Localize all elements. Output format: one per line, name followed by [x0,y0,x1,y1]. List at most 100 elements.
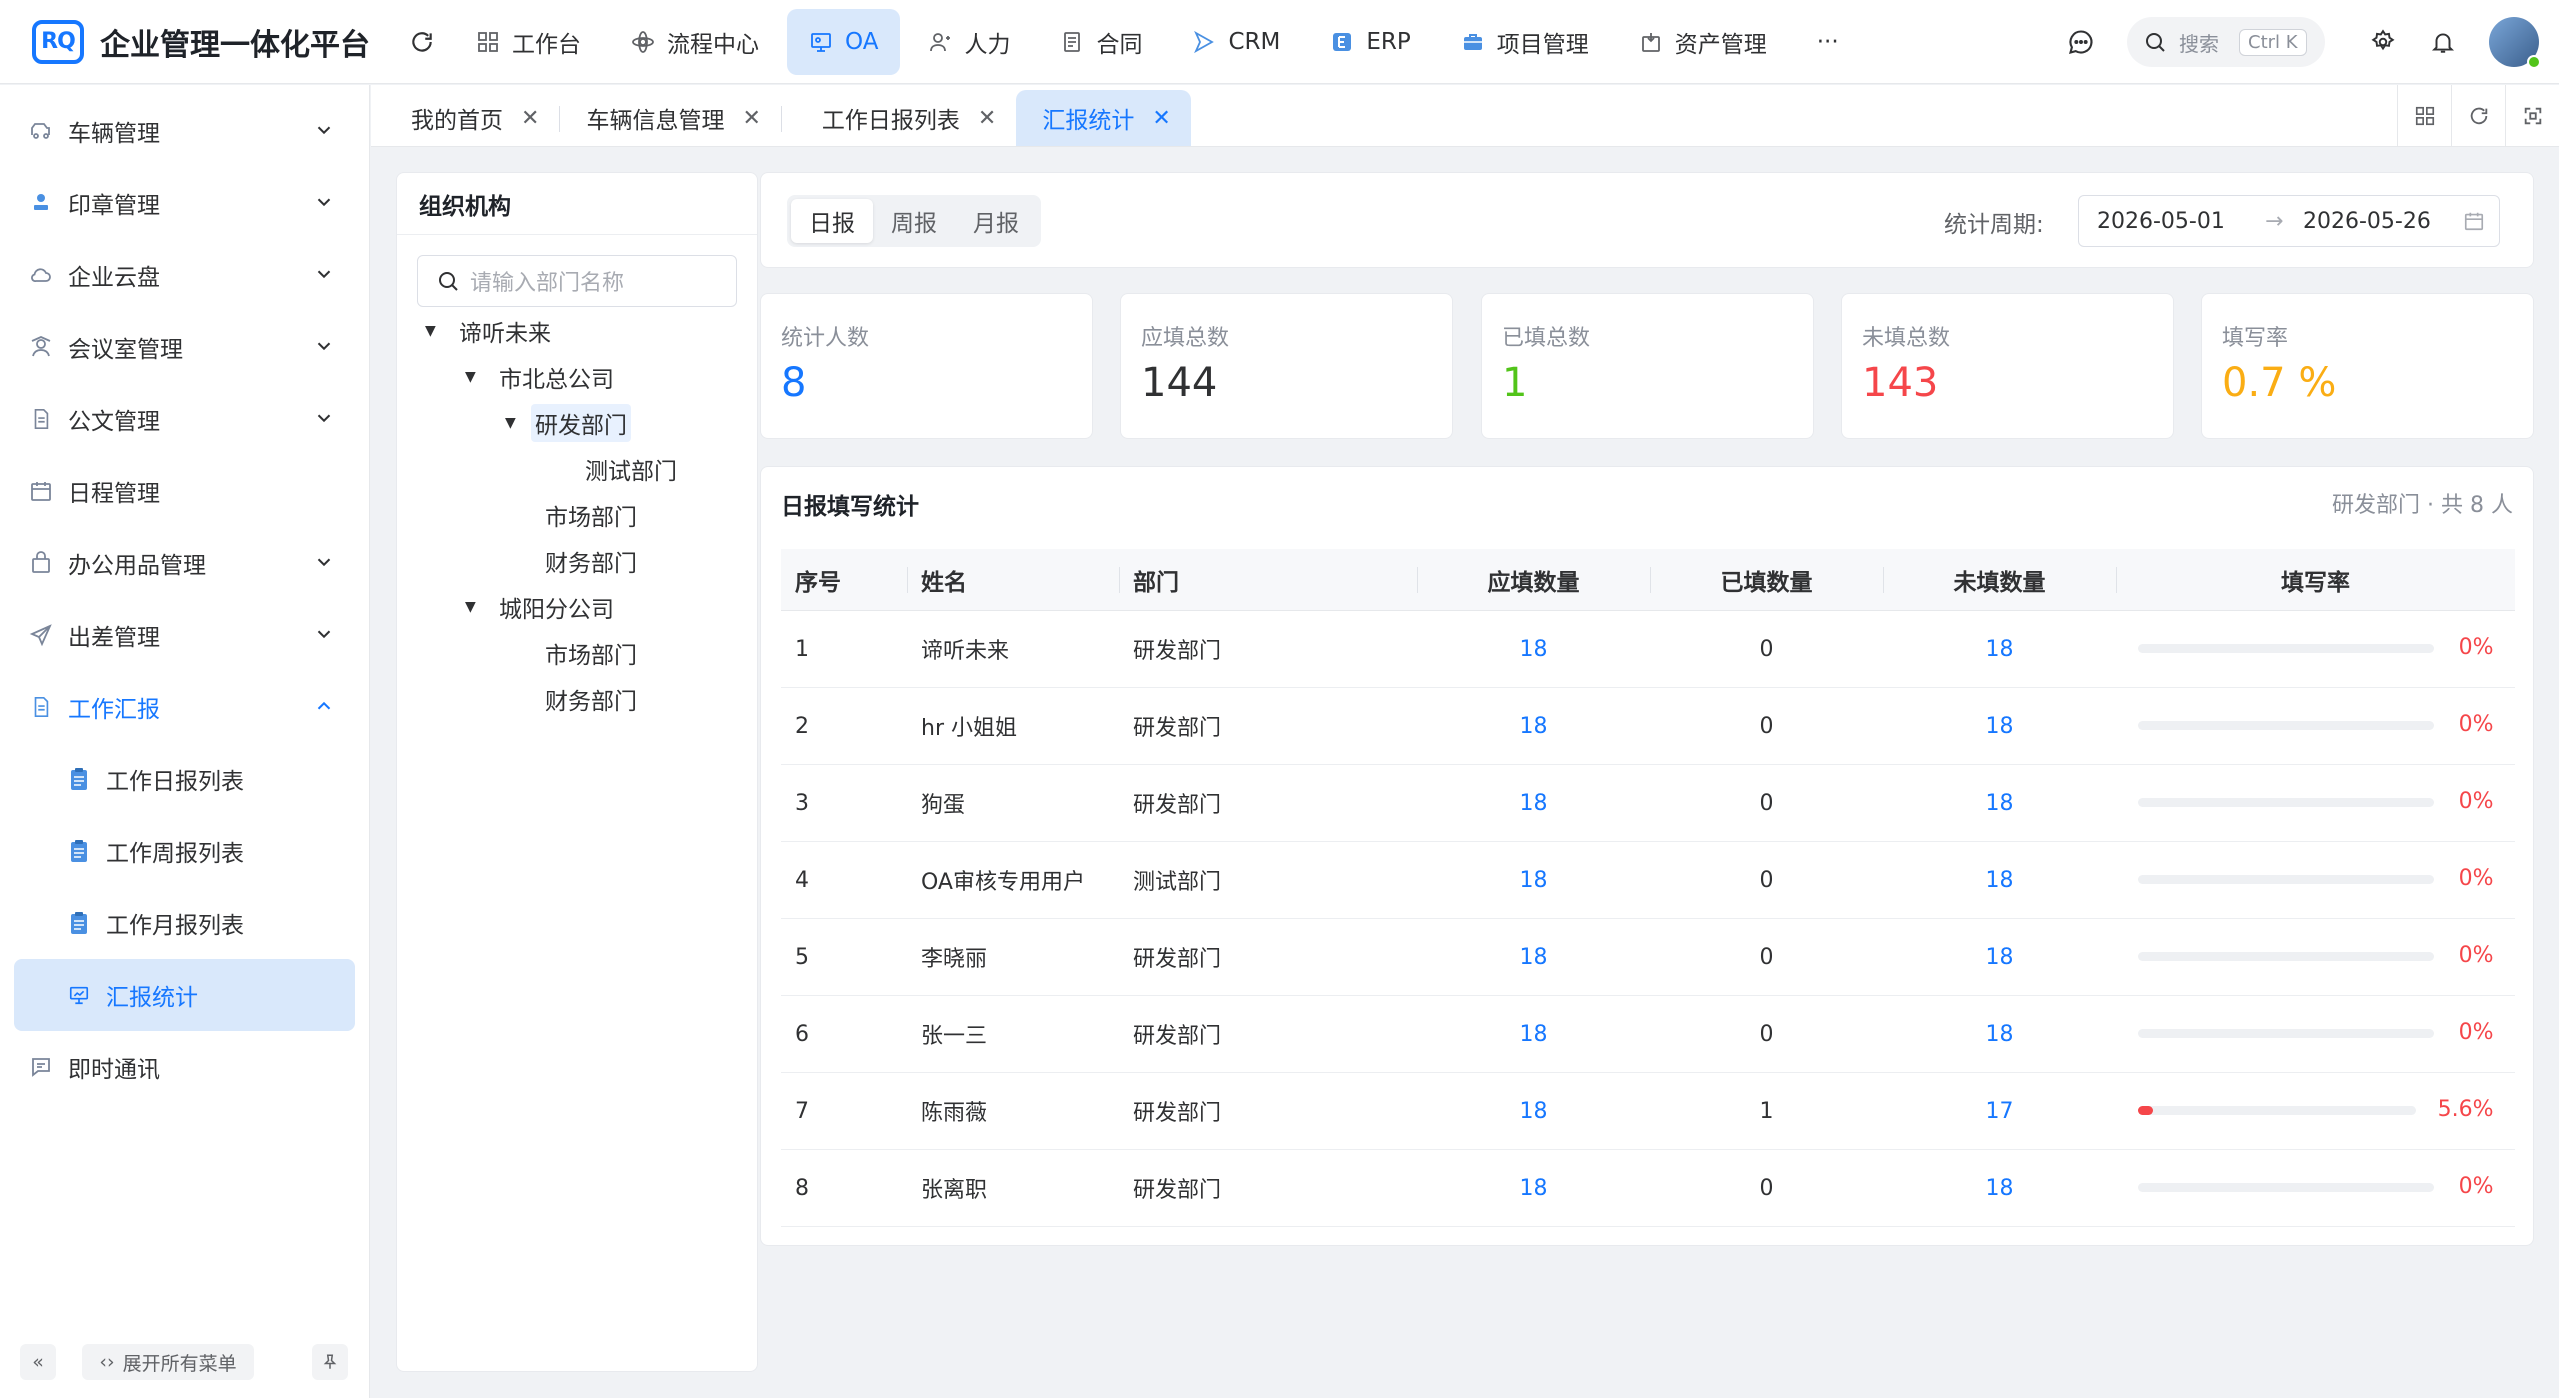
column-header[interactable]: 序号 [781,549,907,610]
collapse-sidebar-button[interactable]: « [20,1344,56,1380]
sidebar-item-im[interactable]: 即时通讯 [0,1031,369,1103]
cell-unfilled-count[interactable]: 18 [1883,688,2116,764]
sidebar-item-office-supplies[interactable]: 办公用品管理 [0,527,369,599]
cell-due-count[interactable]: 18 [1417,842,1650,918]
sidebar-subitem-label: 工作日报列表 [106,769,244,795]
message-icon[interactable] [2059,20,2103,64]
refresh-icon[interactable] [2451,85,2505,147]
sidebar-subitem-report-stats[interactable]: 汇报统计 [14,959,355,1031]
cell-due-count[interactable]: 18 [1417,1150,1650,1226]
tree-node[interactable]: 财务部门 [541,541,641,581]
fullscreen-icon[interactable] [2505,85,2559,147]
sidebar-item-business-trip[interactable]: 出差管理 [0,599,369,671]
nav-contract[interactable]: 合同 [1038,9,1164,75]
bell-icon[interactable] [2421,20,2465,64]
sidebar-item-vehicle[interactable]: 车辆管理 [0,95,369,167]
end-date[interactable]: 2026-05-26 [2303,209,2431,234]
cell-due-count[interactable]: 18 [1417,1073,1650,1149]
sidebar-item-schedule[interactable]: 日程管理 [0,455,369,527]
cell-unfilled-count[interactable]: 18 [1883,765,2116,841]
cell-due-count[interactable]: 18 [1417,611,1650,687]
table-row[interactable]: 1 谛听未来 研发部门 18 0 18 0% [781,611,2515,688]
date-range-picker[interactable]: 2026-05-01 → 2026-05-26 [2078,195,2500,247]
sidebar-subitem-monthly-report-list[interactable]: 工作月报列表 [0,887,369,959]
tab-vehicle-info[interactable]: 车辆信息管理 ✕ [560,90,780,146]
cell-unfilled-count[interactable]: 18 [1883,611,2116,687]
tree-node[interactable]: ▼ 市北总公司 [465,357,618,397]
sidebar-item-cloud[interactable]: 企业云盘 [0,239,369,311]
refresh-icon[interactable] [402,22,442,62]
nav-asset[interactable]: 资产管理 [1617,9,1789,75]
cell-due-count[interactable]: 18 [1417,765,1650,841]
dept-search-input[interactable]: 请输入部门名称 [417,255,737,307]
sidebar-subitem-weekly-report-list[interactable]: 工作周报列表 [0,815,369,887]
nav-more[interactable]: ··· [1795,9,1861,75]
caret-down-icon[interactable]: ▼ [465,599,485,615]
expand-all-menus-button[interactable]: ‹› 展开所有菜单 [82,1344,254,1380]
tab-home[interactable]: 我的首页 ✕ [371,90,559,146]
table-row[interactable]: 7 陈雨薇 研发部门 18 1 17 5.6% [781,1073,2515,1150]
close-icon[interactable]: ✕ [742,106,760,131]
cell-dept: 研发部门 [1133,639,1222,664]
tree-node[interactable]: ▼ 谛听未来 [425,311,555,351]
column-header[interactable]: 已填数量 [1650,549,1883,610]
grid-icon[interactable] [2397,85,2451,147]
sidebar-item-work-report[interactable]: 工作汇报 [0,671,369,743]
cell-unfilled-count[interactable]: 18 [1883,996,2116,1072]
table-row[interactable]: 8 张离职 研发部门 18 0 18 0% [781,1150,2515,1227]
column-header[interactable]: 应填数量 [1417,549,1650,610]
period-daily-option[interactable]: 日报 [791,199,873,243]
column-header[interactable]: 部门 [1119,549,1417,610]
close-icon[interactable]: ✕ [1152,106,1170,131]
tree-node[interactable]: 财务部门 [541,679,641,719]
tree-node[interactable]: 市场部门 [541,495,641,535]
pin-icon[interactable] [312,1344,348,1380]
cell-unfilled-count[interactable]: 17 [1883,1073,2116,1149]
close-icon[interactable]: ✕ [978,106,996,131]
tree-node-selected[interactable]: ▼ 研发部门 [505,403,631,443]
cell-unfilled-count[interactable]: 18 [1883,919,2116,995]
table-row[interactable]: 6 张一三 研发部门 18 0 18 0% [781,996,2515,1073]
start-date[interactable]: 2026-05-01 [2097,209,2225,234]
cell-due-count[interactable]: 18 [1417,919,1650,995]
table-row[interactable]: 3 狗蛋 研发部门 18 0 18 0% [781,765,2515,842]
column-header[interactable]: 填写率 [2116,549,2515,610]
sidebar-item-official-doc[interactable]: 公文管理 [0,383,369,455]
sidebar-subitem-daily-report-list[interactable]: 工作日报列表 [0,743,369,815]
cell-fill-rate: 5.6% [2116,1073,2515,1149]
caret-down-icon[interactable]: ▼ [425,323,445,339]
cell-due-count[interactable]: 18 [1417,996,1650,1072]
close-icon[interactable]: ✕ [521,106,539,131]
nav-process-center[interactable]: 流程中心 [609,9,781,75]
tab-daily-report-list[interactable]: 工作日报列表 ✕ [782,90,1016,146]
period-weekly-option[interactable]: 周报 [873,199,955,243]
table-row[interactable]: 5 李晓丽 研发部门 18 0 18 0% [781,919,2515,996]
table-row[interactable]: 4 OA审核专用用户 测试部门 18 0 18 0% [781,842,2515,919]
nav-workbench[interactable]: 工作台 [454,9,603,75]
cell-dept: 研发部门 [1133,947,1222,972]
column-header[interactable]: 未填数量 [1883,549,2116,610]
cell-due-count[interactable]: 18 [1417,688,1650,764]
caret-down-icon[interactable]: ▼ [505,415,525,431]
app-logo[interactable]: RQ 企业管理一体化平台 [32,0,370,84]
tree-node[interactable]: 测试部门 [581,449,681,489]
global-search[interactable]: 搜索 Ctrl K [2127,17,2325,67]
table-row[interactable]: 2 hr 小姐姐 研发部门 18 0 18 0% [781,688,2515,765]
tree-node[interactable]: 市场部门 [541,633,641,673]
nav-oa[interactable]: OA [787,8,901,75]
period-monthly-option[interactable]: 月报 [955,199,1037,243]
sidebar-item-meeting-room[interactable]: 会议室管理 [0,311,369,383]
cell-unfilled-count[interactable]: 18 [1883,842,2116,918]
user-avatar[interactable] [2489,17,2541,69]
tab-report-stats[interactable]: 汇报统计 ✕ [1016,90,1191,146]
nav-erp[interactable]: ERP [1308,9,1432,75]
gear-icon[interactable] [2361,20,2405,64]
tree-node[interactable]: ▼ 城阳分公司 [465,587,618,627]
column-header[interactable]: 姓名 [907,549,1119,610]
nav-crm[interactable]: CRM [1170,9,1302,75]
nav-hr[interactable]: 人力 [906,9,1032,75]
sidebar-item-seal[interactable]: 印章管理 [0,167,369,239]
caret-down-icon[interactable]: ▼ [465,369,485,385]
cell-unfilled-count[interactable]: 18 [1883,1150,2116,1226]
nav-project[interactable]: 项目管理 [1439,9,1611,75]
